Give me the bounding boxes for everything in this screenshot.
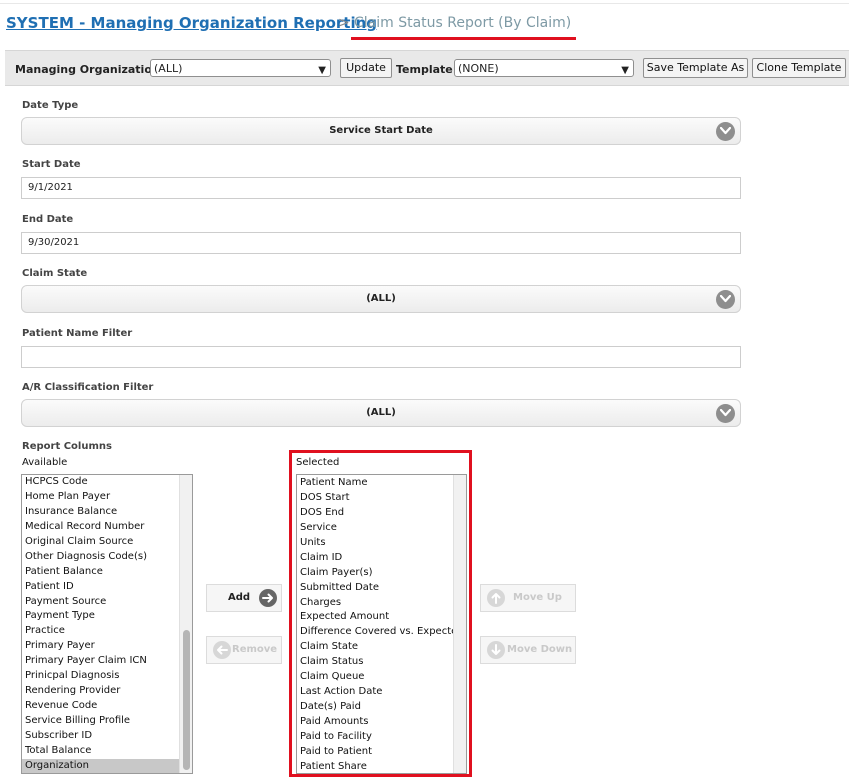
list-item[interactable]: Service Billing Profile bbox=[22, 714, 192, 729]
breadcrumb-current: Claim Status Report (By Claim) bbox=[354, 15, 572, 31]
ar-classification-label: A/R Classification Filter bbox=[22, 382, 154, 393]
managing-org-select[interactable]: (ALL) ▼ bbox=[150, 59, 331, 77]
list-item[interactable]: Patient ID bbox=[22, 580, 192, 595]
list-item[interactable]: Rendering Provider bbox=[22, 684, 192, 699]
report-toolbar: Managing Organization: (ALL) ▼ Update Te… bbox=[5, 50, 849, 86]
available-scroll-thumb[interactable] bbox=[183, 630, 190, 770]
top-divider bbox=[0, 3, 849, 4]
list-item[interactable]: Home Plan Payer bbox=[22, 490, 192, 505]
available-label: Available bbox=[22, 457, 68, 468]
list-item[interactable]: Prinicpal Diagnosis bbox=[22, 669, 192, 684]
move-up-button[interactable]: Move Up bbox=[480, 584, 576, 612]
clone-template-button[interactable]: Clone Template bbox=[752, 58, 846, 78]
date-type-value: Service Start Date bbox=[329, 125, 433, 136]
list-item[interactable]: Medical Record Number bbox=[22, 520, 192, 535]
chevron-down-icon bbox=[716, 290, 735, 309]
highlight-box bbox=[289, 450, 472, 777]
template-select[interactable]: (NONE) ▼ bbox=[454, 59, 634, 77]
start-date-label: Start Date bbox=[22, 159, 81, 170]
list-item[interactable]: Primary Payer Claim ICN bbox=[22, 654, 192, 669]
claim-state-value: (ALL) bbox=[366, 293, 396, 304]
list-item[interactable]: Insurance Balance bbox=[22, 505, 192, 520]
template-value: (NONE) bbox=[458, 62, 499, 75]
available-columns-list[interactable]: HCPCS Code Home Plan Payer Insurance Balan… bbox=[21, 474, 193, 774]
chevron-down-icon: ▼ bbox=[318, 65, 326, 76]
list-item[interactable]: Payment Source bbox=[22, 595, 192, 610]
available-scrollbar[interactable] bbox=[179, 475, 192, 773]
add-label: Add bbox=[228, 592, 251, 603]
chevron-down-icon bbox=[716, 122, 735, 141]
move-up-label: Move Up bbox=[513, 592, 562, 603]
list-item[interactable]: Patient Balance bbox=[22, 565, 192, 580]
arrow-up-icon bbox=[487, 589, 505, 607]
ar-classification-select[interactable]: (ALL) bbox=[21, 399, 741, 427]
list-item[interactable]: Payment Type bbox=[22, 609, 192, 624]
end-date-input[interactable]: 9/30/2021 bbox=[21, 232, 741, 254]
template-label: Template: bbox=[396, 63, 458, 76]
patient-name-filter-label: Patient Name Filter bbox=[22, 328, 133, 339]
move-down-button[interactable]: Move Down bbox=[480, 636, 576, 664]
arrow-right-icon bbox=[259, 589, 277, 607]
list-item[interactable]: Primary Payer bbox=[22, 639, 192, 654]
remove-label: Remove bbox=[232, 644, 278, 655]
chevron-down-icon bbox=[716, 404, 735, 423]
save-template-button[interactable]: Save Template As bbox=[643, 58, 748, 78]
list-item[interactable]: Total Balance bbox=[22, 744, 192, 759]
breadcrumb-parent-link[interactable]: SYSTEM - Managing Organization Reporting bbox=[6, 14, 377, 32]
start-date-input[interactable]: 9/1/2021 bbox=[21, 177, 741, 199]
arrow-down-icon bbox=[487, 641, 505, 659]
list-item[interactable]: HCPCS Code bbox=[22, 475, 192, 490]
list-item[interactable]: Other Diagnosis Code(s) bbox=[22, 550, 192, 565]
claim-state-select[interactable]: (ALL) bbox=[21, 285, 741, 313]
managing-org-value: (ALL) bbox=[154, 62, 183, 75]
ar-classification-value: (ALL) bbox=[366, 407, 396, 418]
date-type-select[interactable]: Service Start Date bbox=[21, 117, 741, 145]
add-button[interactable]: Add bbox=[206, 584, 282, 612]
list-item[interactable]: Original Claim Source bbox=[22, 535, 192, 550]
arrow-left-icon bbox=[213, 641, 231, 659]
remove-button[interactable]: Remove bbox=[206, 636, 282, 664]
report-columns-label: Report Columns bbox=[22, 441, 112, 452]
highlight-underline bbox=[351, 37, 576, 40]
end-date-label: End Date bbox=[22, 214, 74, 225]
list-item[interactable]: Revenue Code bbox=[22, 699, 192, 714]
update-button[interactable]: Update bbox=[340, 58, 392, 78]
move-down-label: Move Down bbox=[507, 644, 573, 655]
date-type-label: Date Type bbox=[22, 100, 79, 111]
managing-org-label: Managing Organization: bbox=[15, 63, 165, 76]
chevron-down-icon: ▼ bbox=[621, 65, 629, 76]
list-item[interactable]: Subscriber ID bbox=[22, 729, 192, 744]
breadcrumb-separator: > bbox=[338, 15, 350, 31]
claim-state-label: Claim State bbox=[22, 268, 88, 279]
list-item[interactable]: Practice bbox=[22, 624, 192, 639]
available-items: HCPCS Code Home Plan Payer Insurance Balan… bbox=[22, 475, 192, 773]
list-item[interactable]: Organization bbox=[22, 758, 192, 773]
patient-name-filter-input[interactable] bbox=[21, 346, 741, 368]
